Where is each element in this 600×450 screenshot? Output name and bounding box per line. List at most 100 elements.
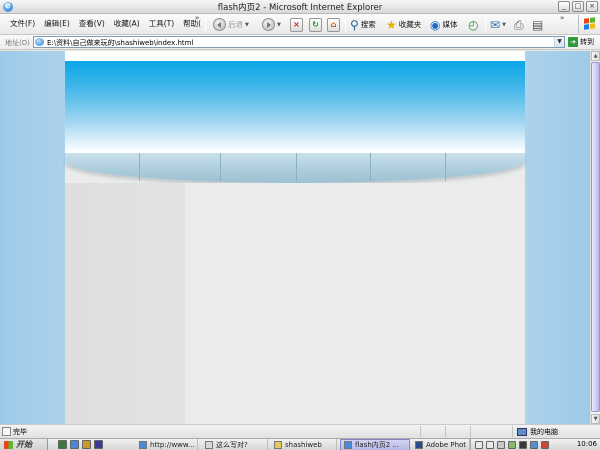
system-tray: 10:06: [470, 439, 600, 450]
toolbar-overflow-chevron[interactable]: »: [560, 14, 564, 22]
tray-icon[interactable]: [519, 441, 527, 449]
title-bar[interactable]: flash内页2 - Microsoft Internet Explorer _…: [0, 0, 600, 14]
home-button[interactable]: ⌂: [327, 16, 340, 33]
page-viewport: [0, 51, 590, 424]
menu-tools[interactable]: 工具(T): [149, 18, 174, 29]
menu-overflow-chevron[interactable]: »: [195, 14, 199, 22]
media-button[interactable]: ◉ 媒体: [430, 16, 457, 33]
go-arrow-icon: ➔: [568, 37, 578, 47]
back-arrow-icon: [213, 18, 226, 31]
favorites-button[interactable]: ★ 收藏夹: [386, 16, 421, 33]
ie-quicklaunch-icon[interactable]: [70, 440, 79, 449]
address-bar: 地址(D) E:\资料\自己做来玩的\shashiweb\index.html …: [0, 35, 600, 50]
mail-button[interactable]: ✉ ▼: [490, 16, 506, 33]
menu-bar: 文件(F) 编辑(E) 查看(V) 收藏(A) 工具(T) 帮助(: [10, 18, 201, 29]
ie-task-icon: [139, 441, 147, 449]
back-dropdown-icon[interactable]: ▼: [245, 22, 249, 28]
star-icon: ★: [386, 17, 397, 32]
toolbar-separator: [345, 17, 346, 32]
back-label: 后退: [228, 20, 243, 29]
forward-dropdown-icon[interactable]: ▼: [277, 22, 281, 28]
left-column: [65, 183, 185, 424]
status-segment: [420, 426, 421, 437]
print-button[interactable]: ⎙: [514, 16, 524, 33]
favorites-label: 收藏夹: [398, 20, 422, 29]
media-player-icon[interactable]: [94, 440, 103, 449]
history-button[interactable]: ◴: [468, 16, 478, 33]
address-input[interactable]: E:\资料\自己做来玩的\shashiweb\index.html ▼: [33, 36, 565, 48]
nav-divider: [220, 153, 221, 181]
page-container: [65, 51, 525, 424]
windows-flag-icon: [584, 17, 595, 30]
banner-top-strip: [65, 51, 525, 61]
tray-icon[interactable]: [497, 441, 505, 449]
menu-favorites[interactable]: 收藏(A): [114, 18, 140, 29]
home-icon: ⌂: [327, 17, 340, 32]
scroll-down-arrow-icon[interactable]: ▼: [591, 414, 600, 424]
toolbar-separator: [485, 17, 486, 32]
scroll-up-arrow-icon[interactable]: ▲: [591, 51, 600, 61]
tray-icon[interactable]: [486, 441, 494, 449]
stop-button[interactable]: ×: [290, 16, 303, 33]
mail-dropdown-icon[interactable]: ▼: [502, 22, 506, 28]
task-photoshop[interactable]: Adobe Phot: [412, 439, 470, 450]
page-status-icon: [2, 427, 11, 436]
windows-logo: [578, 15, 598, 33]
task-flash-page[interactable]: flash内页2 ...: [340, 439, 410, 450]
quick-launch: [58, 440, 103, 449]
address-url[interactable]: E:\资料\自己做来玩的\shashiweb\index.html: [47, 38, 193, 48]
go-button[interactable]: ➔ 转到: [568, 37, 594, 47]
page-icon: [35, 38, 44, 46]
desktop-icon[interactable]: [58, 440, 67, 449]
tray-icon[interactable]: [475, 441, 483, 449]
start-button[interactable]: 开始: [0, 439, 48, 450]
nav-strip: [65, 153, 525, 183]
tray-icon[interactable]: [508, 441, 516, 449]
task-label: Adobe Phot: [426, 441, 467, 449]
task-http[interactable]: http://www...: [136, 439, 198, 450]
maximize-button[interactable]: □: [572, 1, 584, 12]
antivirus-icon[interactable]: [541, 441, 549, 449]
menu-view[interactable]: 查看(V): [79, 18, 105, 29]
menu-edit[interactable]: 编辑(E): [44, 18, 70, 29]
page-right-margin: [525, 51, 590, 424]
nav-divider: [139, 153, 140, 181]
header-banner: [65, 61, 525, 153]
clock[interactable]: 10:06: [577, 440, 597, 448]
forward-arrow-icon: [262, 18, 275, 31]
status-bar: 完毕 我的电脑: [0, 424, 600, 438]
task-shashiweb[interactable]: shashiweb: [271, 439, 337, 450]
history-icon: ◴: [468, 17, 479, 32]
refresh-button[interactable]: ↻: [309, 16, 322, 33]
task-label: http://www...: [150, 441, 195, 449]
toolbar-separator: [205, 17, 206, 32]
page-left-margin: [0, 51, 65, 424]
minimize-button[interactable]: _: [558, 1, 570, 12]
taskbar: 开始 http://www... 这么写对? shashiweb flash内页…: [0, 438, 600, 450]
close-button[interactable]: ×: [586, 1, 598, 12]
task-question[interactable]: 这么写对?: [202, 439, 268, 450]
menu-file[interactable]: 文件(F): [10, 18, 35, 29]
status-text: 完毕: [13, 428, 27, 436]
network-icon[interactable]: [530, 441, 538, 449]
explorer-icon[interactable]: [82, 440, 91, 449]
status-segment: [470, 426, 471, 437]
task-label: 这么写对?: [216, 441, 248, 449]
nav-divider: [445, 153, 446, 181]
forward-button[interactable]: ▼: [262, 16, 281, 33]
window-task-icon: [205, 441, 213, 449]
printer-icon: ⎙: [514, 17, 524, 32]
zone-label: 我的电脑: [530, 428, 558, 436]
search-button[interactable]: ⚲ 搜索: [350, 16, 376, 33]
window-controls: _ □ ×: [558, 1, 598, 12]
go-label: 转到: [580, 38, 594, 46]
scroll-thumb[interactable]: [591, 62, 600, 412]
vertical-scrollbar[interactable]: ▲ ▼: [590, 51, 600, 424]
back-button[interactable]: 后退 ▼: [213, 16, 249, 33]
stop-icon: ×: [290, 17, 303, 32]
edit-button[interactable]: ▤: [532, 16, 543, 33]
task-label: flash内页2 ...: [355, 441, 400, 449]
address-dropdown-icon[interactable]: ▼: [554, 37, 564, 47]
window-title: flash内页2 - Microsoft Internet Explorer: [217, 3, 383, 13]
task-label: shashiweb: [285, 441, 322, 449]
